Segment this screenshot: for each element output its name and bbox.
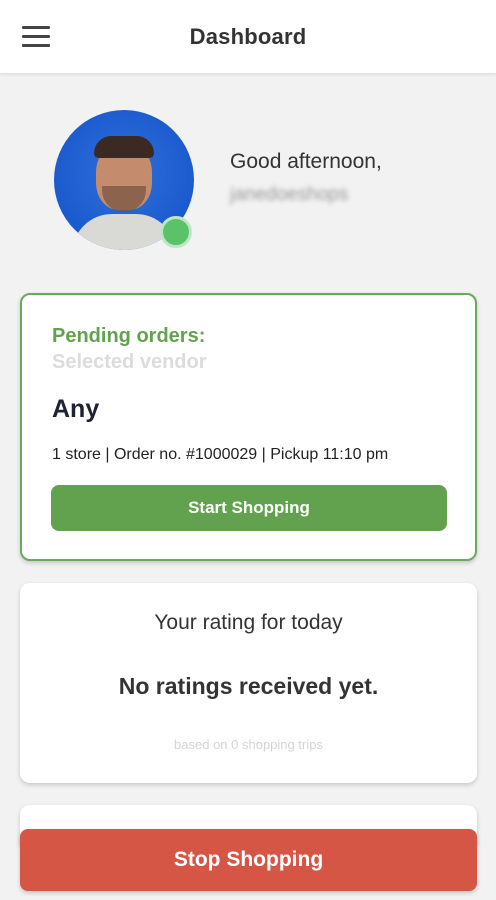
greeting-text: Good afternoon, bbox=[230, 150, 382, 173]
profile-section: Good afternoon, janedoeshops bbox=[0, 74, 496, 274]
pending-orders-title: Pending orders: bbox=[52, 325, 206, 347]
rating-note: based on 0 shopping trips bbox=[174, 737, 323, 752]
avatar[interactable] bbox=[54, 110, 194, 250]
pending-orders-card: Pending orders: Selected vendor Any 1 st… bbox=[20, 293, 477, 561]
page-title: Dashboard bbox=[189, 24, 307, 49]
rating-title: Your rating for today bbox=[154, 611, 343, 634]
username-text: janedoeshops bbox=[230, 184, 349, 205]
order-details: 1 store | Order no. #1000029 | Pickup 11… bbox=[52, 446, 389, 463]
top-app-bar: Dashboard bbox=[0, 0, 496, 74]
stop-shopping-button[interactable]: Stop Shopping bbox=[20, 829, 477, 891]
rating-value: No ratings received yet. bbox=[118, 673, 379, 699]
online-status-icon bbox=[160, 216, 192, 248]
start-shopping-button[interactable]: Start Shopping bbox=[51, 485, 447, 531]
rating-card: Your rating for today No ratings receive… bbox=[20, 583, 477, 783]
selected-vendor-label: Selected vendor bbox=[52, 351, 207, 373]
selected-vendor-value: Any bbox=[52, 395, 100, 423]
